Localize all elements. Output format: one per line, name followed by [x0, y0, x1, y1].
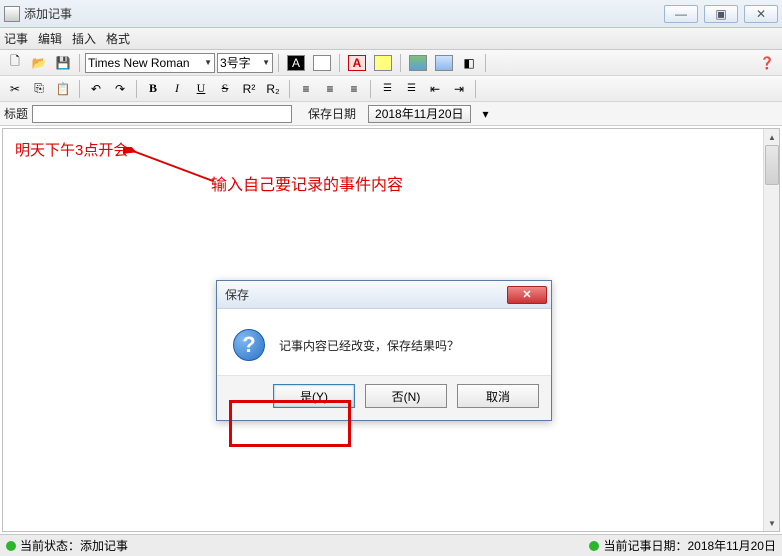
font-family-value: Times New Roman: [88, 56, 190, 70]
save-date-picker[interactable]: 2018年11月20日: [368, 105, 471, 123]
status-dot-icon: [6, 541, 16, 551]
separator: [278, 54, 279, 72]
scroll-thumb[interactable]: [765, 145, 779, 185]
title-save-row: 标题 保存日期 2018年11月20日 ▾: [0, 102, 782, 126]
open-icon[interactable]: 📂: [28, 53, 50, 73]
separator: [79, 80, 80, 98]
copy-icon[interactable]: ⎘: [28, 79, 50, 99]
align-center-icon[interactable]: ≡: [319, 79, 341, 99]
object-icon[interactable]: ◧: [458, 53, 480, 73]
number-list-icon[interactable]: ☰: [400, 79, 422, 99]
status-right-label: 当前记事日期：: [603, 537, 687, 554]
save-date-value: 2018年11月20日: [375, 105, 464, 122]
toolbar-2: ✂ ⎘ 📋 ↶ ↷ B I U S R² R₂ ≡ ≡ ≡ ☰ ☰ ⇤ ⇥: [0, 76, 782, 102]
align-left-icon[interactable]: ≡: [295, 79, 317, 99]
menu-jishi[interactable]: 记事: [4, 30, 28, 47]
outdent-icon[interactable]: ⇤: [424, 79, 446, 99]
italic-icon[interactable]: I: [166, 79, 188, 99]
scroll-up-icon[interactable]: ▲: [765, 130, 779, 144]
align-right-icon[interactable]: ≡: [343, 79, 365, 99]
separator: [370, 80, 371, 98]
undo-icon[interactable]: ↶: [85, 79, 107, 99]
chevron-down-icon: ▼: [262, 58, 270, 67]
dialog-title: 保存: [225, 286, 507, 303]
status-left-label: 当前状态：: [20, 537, 80, 554]
redo-icon[interactable]: ↷: [109, 79, 131, 99]
status-dot-icon: [589, 541, 599, 551]
annotation-text: 输入自己要记录的事件内容: [211, 171, 403, 195]
vertical-scrollbar[interactable]: ▲ ▼: [763, 129, 779, 531]
separator: [79, 54, 80, 72]
status-bar: 当前状态： 添加记事 当前记事日期： 2018年11月20日: [0, 534, 782, 556]
font-color-dropdown-icon[interactable]: [310, 53, 334, 73]
status-right-value: 2018年11月20日: [687, 537, 776, 554]
separator: [475, 80, 476, 98]
minimize-button[interactable]: —: [664, 5, 698, 23]
dialog-no-button[interactable]: 否(N): [365, 384, 447, 408]
close-button[interactable]: ✕: [744, 5, 778, 23]
dialog-cancel-button[interactable]: 取消: [457, 384, 539, 408]
indent-icon[interactable]: ⇥: [448, 79, 470, 99]
dialog-cancel-label: 取消: [486, 388, 510, 405]
maximize-button[interactable]: ▣: [704, 5, 738, 23]
cut-icon[interactable]: ✂: [4, 79, 26, 99]
scroll-down-icon[interactable]: ▼: [765, 516, 779, 530]
toolbar-1: 🗋 📂 💾 Times New Roman ▼ 3号字 ▼ A A ◧ ❓: [0, 50, 782, 76]
save-dialog: 保存 ✕ ? 记事内容已经改变，保存结果吗？ 是(Y) 否(N) 取消: [216, 280, 552, 421]
title-label: 标题: [4, 105, 28, 122]
menu-geshi[interactable]: 格式: [106, 30, 130, 47]
chevron-down-icon: ▼: [204, 58, 212, 67]
separator: [400, 54, 401, 72]
dialog-no-label: 否(N): [392, 388, 421, 405]
new-icon[interactable]: 🗋: [4, 53, 26, 73]
status-left-value: 添加记事: [80, 537, 128, 554]
strike-icon[interactable]: S: [214, 79, 236, 99]
separator: [289, 80, 290, 98]
separator: [485, 54, 486, 72]
app-icon: [4, 6, 20, 22]
bullet-list-icon[interactable]: ☰: [376, 79, 398, 99]
menu-bianji[interactable]: 编辑: [38, 30, 62, 47]
dialog-titlebar: 保存 ✕: [217, 281, 551, 309]
superscript-icon[interactable]: R²: [238, 79, 260, 99]
highlight-icon[interactable]: [371, 53, 395, 73]
menu-charu[interactable]: 插入: [72, 30, 96, 47]
picture2-icon[interactable]: [432, 53, 456, 73]
question-icon: ?: [233, 329, 265, 361]
font-size-select[interactable]: 3号字 ▼: [217, 53, 273, 73]
font-family-select[interactable]: Times New Roman ▼: [85, 53, 215, 73]
subscript-icon[interactable]: R₂: [262, 79, 284, 99]
help-icon[interactable]: ❓: [756, 53, 778, 73]
dialog-message: 记事内容已经改变，保存结果吗？: [279, 337, 459, 354]
dialog-yes-label: 是(Y): [300, 388, 328, 405]
save-date-label: 保存日期: [308, 105, 356, 122]
save-icon[interactable]: 💾: [52, 53, 74, 73]
dialog-yes-button[interactable]: 是(Y): [273, 384, 355, 408]
menu-bar: 记事 编辑 插入 格式: [0, 28, 782, 50]
title-input[interactable]: [32, 105, 292, 123]
separator: [136, 80, 137, 98]
picture-icon[interactable]: [406, 53, 430, 73]
paste-icon[interactable]: 📋: [52, 79, 74, 99]
font-size-value: 3号字: [220, 54, 251, 71]
underline-icon[interactable]: U: [190, 79, 212, 99]
font-color-a-icon[interactable]: A: [284, 53, 308, 73]
window-title: 添加记事: [24, 5, 664, 22]
dialog-close-button[interactable]: ✕: [507, 286, 547, 304]
editor-content: 明天下午3点开会: [3, 129, 779, 170]
bgcolor-a-icon[interactable]: A: [345, 53, 369, 73]
date-dropdown-icon[interactable]: ▾: [475, 104, 497, 124]
separator: [339, 54, 340, 72]
bold-icon[interactable]: B: [142, 79, 164, 99]
window-titlebar: 添加记事 — ▣ ✕: [0, 0, 782, 28]
